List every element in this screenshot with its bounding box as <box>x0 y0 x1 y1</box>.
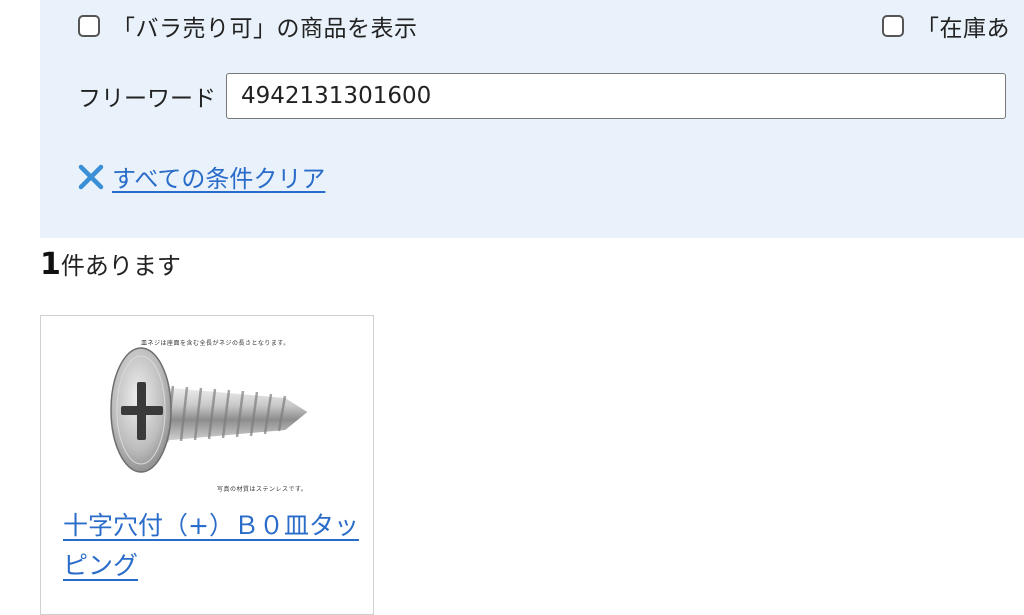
bara-uri-checkbox[interactable] <box>78 15 100 37</box>
freeword-input[interactable] <box>226 73 1006 119</box>
product-image-caption-top: 皿ネジは座面を含む全長がネジの長さとなります。 <box>141 340 290 347</box>
in-stock-checkbox-item[interactable]: 「在庫あ <box>882 10 1010 42</box>
screw-illustration <box>110 347 308 473</box>
close-icon <box>78 164 104 190</box>
result-count-suffix: 件あります <box>60 252 181 280</box>
product-card[interactable]: 皿ネジは座面を含む全長がネジの長さとなります。 写真の材質はステンレスです。 十… <box>40 315 374 615</box>
product-name-link[interactable]: 十字穴付（+）Ｂ０皿タッピング <box>63 506 359 586</box>
product-image-caption-bottom: 写真の材質はステンレスです。 <box>217 486 308 493</box>
result-count: 1 件あります <box>40 246 181 286</box>
in-stock-checkbox[interactable] <box>882 15 904 37</box>
clear-all-conditions-link[interactable]: すべての条件クリア <box>76 156 325 196</box>
checkbox-row: 「バラ売り可」の商品を表示 「在庫あ <box>40 10 1024 42</box>
bara-uri-checkbox-item[interactable]: 「バラ売り可」の商品を表示 <box>78 10 418 42</box>
search-filter-panel: 「バラ売り可」の商品を表示 「在庫あ フリーワード すべての条件クリア <box>40 0 1024 238</box>
clear-all-conditions-label: すべての条件クリア <box>112 164 326 193</box>
result-count-number: 1 <box>40 247 61 282</box>
freeword-label: フリーワード <box>78 86 216 112</box>
freeword-row: フリーワード <box>78 72 1006 120</box>
product-image[interactable]: 皿ネジは座面を含む全長がネジの長さとなります。 写真の材質はステンレスです。 <box>101 330 315 500</box>
in-stock-checkbox-label: 「在庫あ <box>916 16 1010 42</box>
bara-uri-checkbox-label: 「バラ売り可」の商品を表示 <box>112 16 418 42</box>
